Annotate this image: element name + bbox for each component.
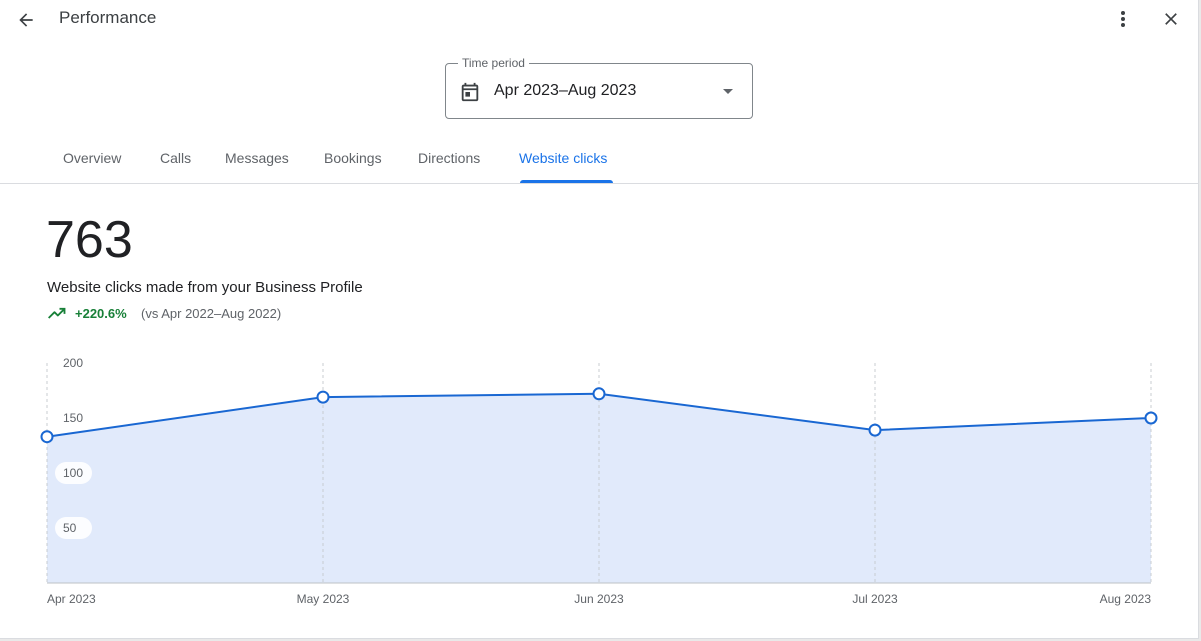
close-button[interactable] — [1156, 4, 1186, 34]
y-tick-label: 200 — [63, 356, 83, 370]
tab-calls[interactable]: Calls — [160, 150, 191, 166]
tab-overview[interactable]: Overview — [63, 150, 121, 166]
data-point — [592, 387, 606, 401]
x-tick-label: Aug 2023 — [1100, 592, 1152, 606]
metric-description: Website clicks made from your Business P… — [47, 279, 363, 296]
active-tab-indicator — [520, 180, 613, 183]
y-tick-label: 150 — [63, 411, 83, 425]
website-clicks-chart: 200 150 100 50 Apr 2023 May 2023 Jun 2023 Jul 2… — [40, 352, 1158, 606]
data-point — [316, 390, 330, 404]
tab-bar: Overview Calls Messages Bookings Directi… — [0, 140, 1199, 184]
data-point — [868, 423, 882, 437]
total-clicks-value: 763 — [46, 211, 133, 269]
x-tick-label: Jun 2023 — [574, 592, 624, 606]
performance-panel: Performance Time period Apr 2023–Aug 202… — [0, 0, 1199, 639]
trending-up-icon — [48, 307, 66, 319]
y-tick-label: 50 — [63, 521, 77, 535]
tab-bookings[interactable]: Bookings — [324, 150, 382, 166]
comparison-period: (vs Apr 2022–Aug 2022) — [141, 306, 282, 321]
page-title: Performance — [59, 8, 157, 27]
data-point — [1144, 411, 1158, 425]
close-icon — [1165, 13, 1177, 25]
calendar-icon — [461, 82, 479, 102]
tab-messages[interactable]: Messages — [225, 150, 289, 166]
more-options-button[interactable] — [1108, 4, 1138, 34]
tab-website-clicks[interactable]: Website clicks — [519, 150, 607, 166]
chart-area-fill — [47, 393, 1151, 583]
more-vert-icon — [1121, 11, 1125, 27]
y-tick-label: 100 — [63, 466, 83, 480]
dropdown-arrow-icon — [723, 89, 733, 94]
x-tick-label: Jul 2023 — [852, 592, 898, 606]
x-tick-label: Apr 2023 — [47, 592, 96, 606]
time-period-value: Apr 2023–Aug 2023 — [494, 82, 637, 99]
tab-directions[interactable]: Directions — [418, 150, 480, 166]
data-point — [40, 430, 54, 444]
arrow-back-icon — [19, 13, 33, 27]
time-period-select[interactable]: Time period Apr 2023–Aug 2023 — [445, 56, 753, 119]
back-button[interactable] — [10, 4, 42, 36]
x-tick-label: May 2023 — [297, 592, 350, 606]
change-percent: +220.6% — [75, 306, 127, 321]
time-period-label: Time period — [458, 56, 529, 70]
